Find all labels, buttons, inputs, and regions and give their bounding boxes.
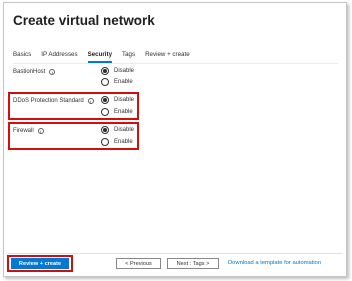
firewall-disable-label: Disable <box>114 127 135 133</box>
info-icon[interactable]: i <box>87 98 94 104</box>
bastion-enable-option[interactable]: Enable <box>101 77 133 87</box>
review-create-button[interactable]: Review + create <box>11 258 69 269</box>
ddos-enable-radio[interactable] <box>101 108 109 116</box>
tabs-divider <box>13 63 338 64</box>
ddos-enable-option[interactable]: Enable <box>101 107 133 117</box>
tab-ip-addresses[interactable]: IP Addresses <box>41 51 77 63</box>
download-template-link[interactable]: Download a template for automation <box>228 260 321 266</box>
ddos-disable-radio[interactable] <box>101 96 109 104</box>
ddos-enable-label: Enable <box>114 109 133 115</box>
firewall-label-text: Firewall <box>13 128 34 134</box>
firewall-disable-radio[interactable] <box>101 126 109 134</box>
ddos-disable-label: Disable <box>114 97 135 103</box>
firewall-disable-option[interactable]: Disable <box>101 125 134 135</box>
info-icon[interactable]: i <box>49 69 56 75</box>
bastion-enable-label: Enable <box>114 79 133 85</box>
more-options-icon[interactable]: ··· <box>128 14 141 25</box>
bastion-disable-option[interactable]: Disable <box>101 66 134 76</box>
ddos-disable-option[interactable]: Disable <box>101 95 134 105</box>
firewall-enable-label: Enable <box>114 139 133 145</box>
next-tags-button[interactable]: Next : Tags > <box>167 258 219 269</box>
bastion-disable-label: Disable <box>114 68 135 74</box>
previous-button[interactable]: < Previous <box>116 258 161 269</box>
firewall-label: Firewall i <box>13 128 44 134</box>
ddos-label-text: DDoS Protection Standard <box>13 98 84 104</box>
firewall-enable-option[interactable]: Enable <box>101 137 133 147</box>
info-icon[interactable]: i <box>37 128 44 134</box>
footer-divider <box>8 253 342 254</box>
create-vnet-blade: Create virtual network ··· Basics IP Add… <box>3 2 347 277</box>
ddos-label: DDoS Protection Standard i <box>13 98 94 104</box>
tab-basics[interactable]: Basics <box>13 51 31 63</box>
tab-security[interactable]: Security <box>87 51 113 63</box>
bastion-disable-radio[interactable] <box>101 67 109 75</box>
bastion-label: BastionHost i <box>13 69 56 75</box>
tab-tags[interactable]: Tags <box>122 51 135 63</box>
tab-review-create[interactable]: Review + create <box>145 51 190 63</box>
firewall-enable-radio[interactable] <box>101 138 109 146</box>
bastion-enable-radio[interactable] <box>101 78 109 86</box>
bastion-label-text: BastionHost <box>13 69 46 75</box>
